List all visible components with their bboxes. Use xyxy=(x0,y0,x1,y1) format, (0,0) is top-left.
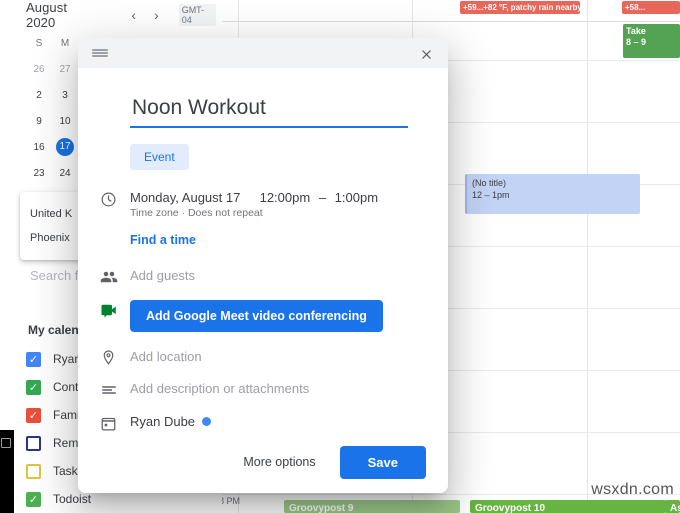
event-end-time[interactable]: 1:00pm xyxy=(335,190,378,205)
description-row: Add description or attachments xyxy=(100,380,426,399)
event-date[interactable]: Monday, August 17 xyxy=(130,190,240,205)
timezone-repeat-subtext[interactable]: Time zone · Does not repeat xyxy=(130,207,426,219)
dialog-footer: More options Save xyxy=(78,431,448,493)
time-dash: – xyxy=(318,190,327,205)
add-location-input[interactable]: Add location xyxy=(130,349,202,364)
add-guests-input[interactable]: Add guests xyxy=(130,268,195,283)
dialog-body: Event Monday, August 17 12:00pm – xyxy=(78,68,448,443)
drag-handle-icon[interactable] xyxy=(92,49,108,57)
event-start-time[interactable]: 12:00pm xyxy=(260,190,311,205)
tab-event[interactable]: Event xyxy=(130,144,189,170)
calendar-owner-name[interactable]: Ryan Dube xyxy=(130,414,195,429)
calendar-app: +59...+82 °F, patchy rain nearby +58... … xyxy=(0,0,680,513)
add-google-meet-button[interactable]: Add Google Meet video conferencing xyxy=(130,300,383,332)
clock-icon xyxy=(100,190,130,208)
conferencing-row: Add Google Meet video conferencing xyxy=(100,300,426,332)
event-type-tabs: Event xyxy=(130,144,426,170)
event-editor-dialog: Event Monday, August 17 12:00pm – xyxy=(78,38,448,493)
close-icon[interactable] xyxy=(414,42,438,66)
guests-row: Add guests xyxy=(100,267,426,286)
schedule-row: Monday, August 17 12:00pm – 1:00pm Time … xyxy=(100,190,426,249)
description-lines-icon xyxy=(100,380,130,399)
more-options-button[interactable]: More options xyxy=(233,447,325,477)
add-description-input[interactable]: Add description or attachments xyxy=(130,381,309,396)
people-icon xyxy=(100,267,130,286)
location-pin-icon xyxy=(100,348,130,366)
location-row: Add location xyxy=(100,348,426,366)
dialog-titlebar xyxy=(78,38,448,68)
event-title-input[interactable] xyxy=(130,96,408,128)
calendar-icon xyxy=(100,414,130,432)
calendar-color-dot xyxy=(202,417,212,426)
find-a-time-link[interactable]: Find a time xyxy=(130,233,196,247)
video-camera-icon xyxy=(100,300,130,319)
save-button[interactable]: Save xyxy=(339,445,426,479)
